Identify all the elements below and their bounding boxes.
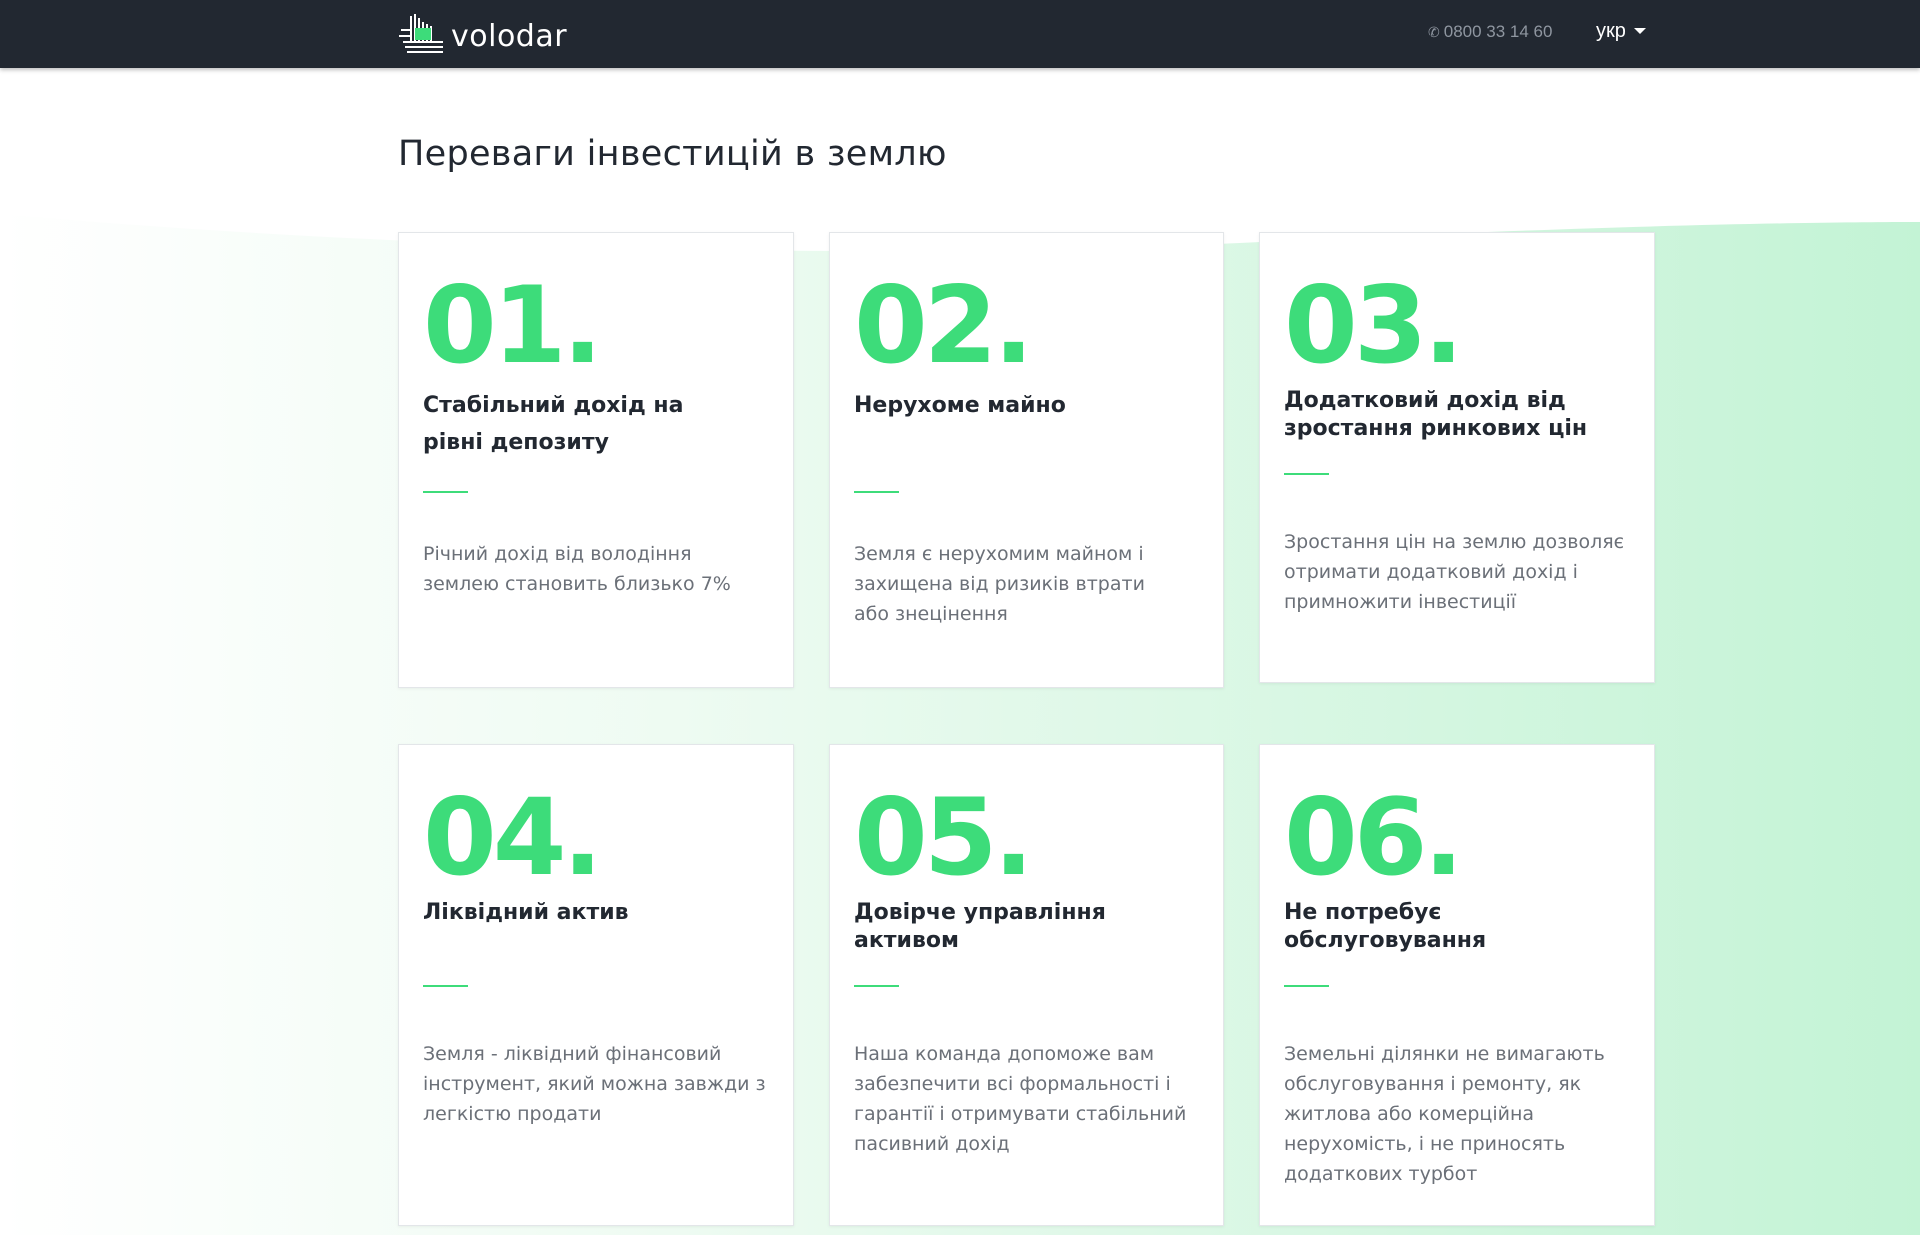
logo-icon — [399, 14, 443, 53]
top-navbar: volodar ✆ 0800 33 14 60 укр — [0, 0, 1920, 68]
card-title: Стабільний дохід на рівні депозиту — [423, 393, 684, 455]
chevron-down-icon — [1633, 27, 1646, 34]
card-divider — [423, 985, 468, 987]
card-text: Зростання цін на землю дозволяє отримати… — [1284, 531, 1625, 613]
language-label: укр — [1596, 20, 1626, 42]
phone-link[interactable]: ✆ 0800 33 14 60 — [1428, 22, 1552, 42]
benefit-card-2: 02. Нерухоме майно Земля є нерухомим май… — [829, 232, 1224, 688]
logo[interactable]: volodar — [397, 12, 567, 56]
card-number: 05. — [854, 776, 1034, 899]
card-number: 03. — [1284, 264, 1464, 387]
card-number: 06. — [1284, 776, 1464, 899]
logo-text: volodar — [451, 18, 568, 54]
phone-icon: ✆ — [1428, 23, 1440, 40]
card-divider — [854, 491, 899, 493]
card-divider — [1284, 473, 1329, 475]
card-title: Додатковий дохід від зростання ринкових … — [1284, 388, 1588, 441]
card-title: Нерухоме майно — [854, 393, 1066, 418]
benefit-card-6: 06. Не потребує обслуговування Земельні … — [1259, 744, 1655, 1226]
card-number: 04. — [423, 776, 603, 899]
benefit-card-3: 03. Додатковий дохід від зростання ринко… — [1259, 232, 1655, 683]
card-text: Річний дохід від володіння землею станов… — [423, 543, 731, 595]
card-text: Земля є нерухомим майном і захищена від … — [854, 543, 1145, 625]
benefit-card-4: 04. Ліквідний актив Земля - ліквідний фі… — [398, 744, 794, 1226]
benefit-card-1: 01. Стабільний дохід на рівні депозиту Р… — [398, 232, 794, 688]
card-divider — [854, 985, 899, 987]
card-number: 02. — [854, 264, 1034, 387]
card-title: Не потребує обслуговування — [1284, 900, 1487, 953]
card-text: Земля - ліквідний фінансовий інструмент,… — [423, 1043, 766, 1125]
benefit-card-5: 05. Довірче управління активом Наша кома… — [829, 744, 1224, 1226]
card-number: 01. — [423, 264, 603, 387]
card-text: Наша команда допоможе вам забезпечити вс… — [854, 1043, 1187, 1155]
card-text: Земельні ділянки не вимагають обслуговув… — [1284, 1043, 1605, 1185]
language-dropdown[interactable]: укр — [1596, 20, 1646, 43]
phone-number: 0800 33 14 60 — [1443, 22, 1553, 41]
card-divider — [423, 491, 468, 493]
section-title: Переваги інвестицій в землю — [398, 134, 947, 174]
card-title: Довірче управління активом — [854, 900, 1106, 953]
card-title: Ліквідний актив — [423, 900, 629, 925]
card-divider — [1284, 985, 1329, 987]
